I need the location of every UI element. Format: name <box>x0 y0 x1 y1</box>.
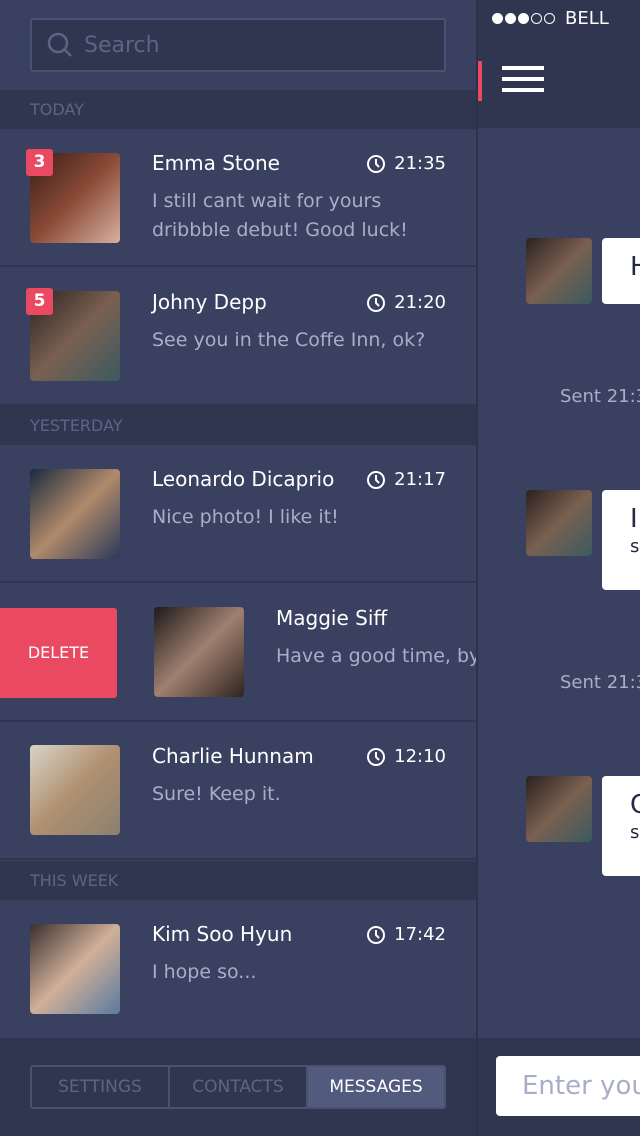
chat-avatar <box>526 776 592 842</box>
timestamp: 21:17 <box>366 469 446 490</box>
section-header-this-week: THIS WEEK <box>0 861 476 900</box>
message-text: I <box>630 504 638 534</box>
contact-name: Charlie Hunnam <box>152 744 314 768</box>
time-text: 21:17 <box>394 469 446 490</box>
time-text: 21:20 <box>394 292 446 313</box>
message-bubble: Cs <box>602 776 640 876</box>
avatar <box>30 469 120 559</box>
search-box[interactable] <box>30 18 446 72</box>
message-preview: See you in the Coffe Inn, ok? <box>152 329 426 351</box>
conversation-item[interactable]: Leonardo Dicaprio 21:17 Nice photo! I li… <box>0 445 476 583</box>
message-preview: I still cant wait for yours dribbble debu… <box>152 187 408 245</box>
tab-settings[interactable]: SETTINGS <box>32 1067 170 1107</box>
bottom-bar: SETTINGS CONTACTS MESSAGES <box>0 1038 476 1136</box>
timestamp: 21:35 <box>366 153 446 174</box>
section-header-today: TODAY <box>0 90 476 129</box>
tab-messages[interactable]: MESSAGES <box>308 1067 444 1107</box>
avatar <box>30 745 120 835</box>
message-preview: Sure! Keep it. <box>152 783 281 805</box>
clock-icon <box>367 925 386 944</box>
contact-name: Maggie Siff <box>276 606 388 630</box>
contact-name: Kim Soo Hyun <box>152 922 293 946</box>
message-line: dribbble debut! Good luck! <box>152 219 408 241</box>
message-text: H <box>630 252 640 282</box>
message-bubble: Is <box>602 490 640 590</box>
message-line: I still cant wait for yours <box>152 190 382 212</box>
chat-panel: BELL H Sent 21:3 Is Sent 21:3 Cs <box>476 0 640 1136</box>
time-text: 12:10 <box>394 746 446 767</box>
contact-name: Leonardo Dicaprio <box>152 467 335 491</box>
conversation-item-swiped[interactable]: DELETE Maggie Siff Have a good time, by <box>0 584 476 722</box>
message-text: C <box>630 790 640 820</box>
message-preview: Nice photo! I like it! <box>152 506 339 528</box>
clock-icon <box>367 470 386 489</box>
carrier-name: BELL <box>565 8 609 29</box>
timestamp: 12:10 <box>366 746 446 767</box>
search-input[interactable] <box>84 32 424 58</box>
contact-name: Johny Depp <box>152 290 267 314</box>
clock-icon <box>367 154 386 173</box>
sent-timestamp: Sent 21:3 <box>560 386 640 407</box>
chat-avatar <box>526 490 592 556</box>
message-bubble: H <box>602 238 640 304</box>
conversation-item[interactable]: 5 Johny Depp 21:20 See you in the Coffe … <box>0 268 476 406</box>
tab-contacts[interactable]: CONTACTS <box>170 1067 308 1107</box>
search-icon <box>47 32 72 57</box>
message-text: s <box>630 536 640 557</box>
chat-header: BELL <box>478 0 640 128</box>
avatar <box>154 607 244 697</box>
chat-avatar <box>526 238 592 304</box>
time-text: 17:42 <box>394 924 446 945</box>
contact-name: Emma Stone <box>152 151 280 175</box>
signal-strength-icon <box>492 13 555 24</box>
chat-input-bar <box>478 1038 640 1136</box>
message-preview: I hope so... <box>152 961 257 983</box>
timestamp: 17:42 <box>366 924 446 945</box>
conversation-list-panel: TODAY 3 Emma Stone 21:35 I still cant wa… <box>0 0 476 1136</box>
tab-bar: SETTINGS CONTACTS MESSAGES <box>30 1065 446 1109</box>
time-text: 21:35 <box>394 153 446 174</box>
message-preview: Have a good time, by <box>276 645 476 667</box>
delete-button[interactable]: DELETE <box>0 608 117 698</box>
conversation-item[interactable]: 3 Emma Stone 21:35 I still cant wait for… <box>0 129 476 267</box>
conversation-item[interactable]: Kim Soo Hyun 17:42 I hope so... <box>0 900 476 1038</box>
sent-timestamp: Sent 21:3 <box>560 672 640 693</box>
unread-badge: 5 <box>26 288 53 315</box>
conversation-item[interactable]: Charlie Hunnam 12:10 Sure! Keep it. <box>0 722 476 860</box>
clock-icon <box>367 747 386 766</box>
timestamp: 21:20 <box>366 292 446 313</box>
unread-badge: 3 <box>26 149 53 176</box>
avatar <box>30 924 120 1014</box>
message-input[interactable] <box>496 1056 640 1116</box>
menu-icon[interactable] <box>502 66 544 96</box>
section-header-yesterday: YESTERDAY <box>0 406 476 445</box>
status-bar: BELL <box>492 8 609 29</box>
active-indicator <box>478 61 482 101</box>
clock-icon <box>367 293 386 312</box>
message-text: s <box>630 822 640 843</box>
